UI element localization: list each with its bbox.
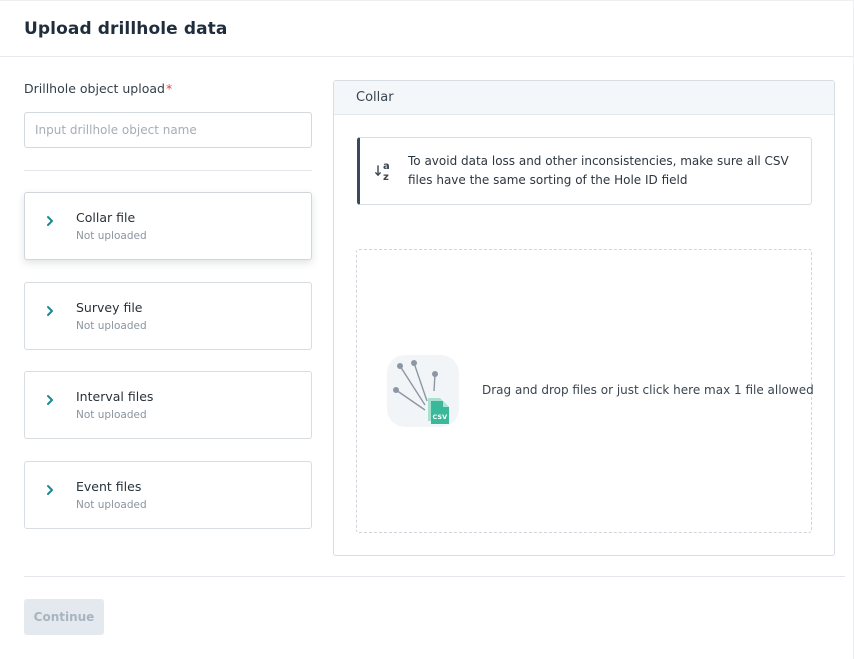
- csv-badge: CSV: [433, 413, 448, 421]
- chevron-right-icon: [46, 394, 56, 408]
- object-name-label: Drillhole object upload*: [24, 80, 312, 98]
- file-dropzone[interactable]: CSV Drag and drop files or just click he…: [356, 249, 814, 533]
- file-card-collar[interactable]: Collar file Not uploaded: [24, 192, 312, 260]
- file-card-title: Interval files: [76, 389, 154, 404]
- sorting-notice-text: To avoid data loss and other inconsisten…: [408, 154, 789, 187]
- csv-upload-icon: CSV: [387, 355, 459, 427]
- file-card-interval[interactable]: Interval files Not uploaded: [24, 371, 312, 439]
- file-card-status: Not uploaded: [76, 230, 147, 242]
- file-card-status: Not uploaded: [76, 320, 147, 332]
- file-card-event[interactable]: Event files Not uploaded: [24, 461, 312, 529]
- object-name-label-text: Drillhole object upload: [24, 81, 165, 96]
- object-name-input[interactable]: [24, 112, 312, 148]
- required-marker: *: [165, 81, 173, 96]
- sort-az-icon: a z: [374, 160, 396, 183]
- svg-text:a: a: [383, 161, 390, 172]
- chevron-right-icon: [46, 484, 56, 498]
- file-card-status: Not uploaded: [76, 409, 147, 421]
- file-card-title: Survey file: [76, 300, 143, 315]
- continue-button[interactable]: Continue: [24, 599, 104, 635]
- file-card-survey[interactable]: Survey file Not uploaded: [24, 282, 312, 350]
- footer-divider: [24, 576, 845, 577]
- file-card-title: Collar file: [76, 210, 136, 225]
- panel-title: Collar: [334, 81, 834, 115]
- svg-text:z: z: [383, 172, 389, 182]
- left-column: Drillhole object upload*: [24, 80, 312, 171]
- dropzone-text: Drag and drop files or just click here m…: [482, 383, 814, 397]
- file-card-status: Not uploaded: [76, 499, 147, 511]
- page-title: Upload drillhole data: [24, 18, 228, 39]
- sorting-notice: a z To avoid data loss and other inconsi…: [357, 137, 812, 205]
- chevron-right-icon: [46, 215, 56, 229]
- file-card-title: Event files: [76, 479, 142, 494]
- chevron-right-icon: [46, 305, 56, 319]
- page-header: Upload drillhole data: [0, 1, 853, 57]
- left-divider: [24, 170, 312, 171]
- upload-page: Upload drillhole data Drillhole object u…: [0, 0, 854, 659]
- collar-panel: Collar a z To avoid data loss and other …: [333, 80, 835, 556]
